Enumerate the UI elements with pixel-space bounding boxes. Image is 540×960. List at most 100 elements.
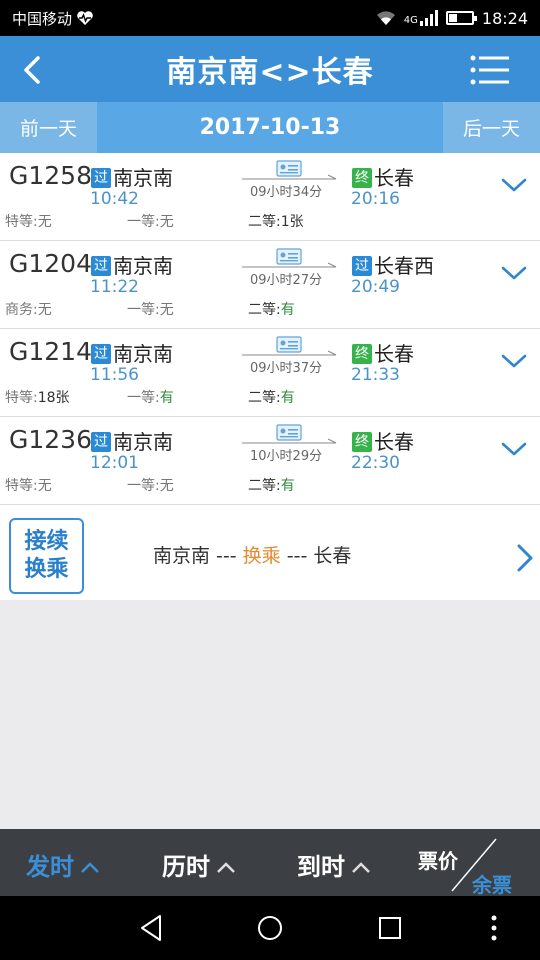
- pass-tag: 过: [91, 344, 111, 364]
- transfer-mid: 换乘: [242, 545, 281, 567]
- seat-availability: 一等:有: [127, 387, 174, 407]
- seat-count: 无: [37, 214, 52, 230]
- chevron-up-icon: [81, 861, 99, 873]
- train-row[interactable]: G1214 过南京南 11:56 09小时37分 终长春 21:33 特等:18张 一等:有 二…: [0, 329, 540, 417]
- sort-price-label: 票价: [418, 849, 458, 873]
- nav-recents-icon[interactable]: [374, 912, 406, 944]
- departure-time: 11:56: [90, 365, 139, 385]
- seat-count: 无: [159, 478, 174, 494]
- pass-tag: 过: [91, 432, 111, 452]
- sort-price-remain-toggle[interactable]: 票价 余票: [418, 837, 528, 897]
- seat-class-label: 一等:: [127, 214, 160, 230]
- departure-time: 12:01: [90, 453, 139, 473]
- seat-availability: 特等:无: [5, 475, 52, 495]
- seat-class-label: 一等:: [127, 302, 160, 318]
- sort-arrive-label: 到时: [297, 853, 345, 881]
- seat-count: 无: [159, 214, 174, 230]
- seat-availability: 一等:无: [127, 475, 174, 495]
- train-number: G1214: [9, 337, 92, 366]
- menu-list-icon[interactable]: [470, 54, 510, 86]
- seat-class-label: 二等:: [248, 214, 281, 230]
- seat-class-label: 二等:: [248, 302, 281, 318]
- sort-duration-button[interactable]: 历时: [162, 847, 236, 882]
- trip-duration: 09小时37分: [250, 361, 323, 376]
- transfer-badge-line2: 换乘: [24, 557, 69, 582]
- seat-class-label: 特等:: [5, 478, 38, 494]
- departure-time: 11:22: [90, 277, 139, 297]
- arrival-station: 终长春: [352, 162, 414, 191]
- train-list: G1258 过南京南 10:42 09小时34分终长春 20:16 特等:无 一等:无 二等:…: [0, 153, 540, 600]
- seat-count: 有: [280, 478, 295, 494]
- seat-availability: 特等:18张: [5, 387, 70, 407]
- chevron-up-icon: [352, 861, 370, 873]
- arrival-station: 终长春: [352, 338, 414, 367]
- status-right: 4G 18:24: [376, 9, 528, 28]
- page-title: 南京南<>长春: [166, 55, 374, 90]
- clock: 18:24: [481, 8, 528, 28]
- system-nav-bar: [0, 896, 540, 960]
- sort-depart-label: 发时: [26, 853, 74, 881]
- chevron-down-icon[interactable]: [500, 439, 528, 459]
- seat-count: 无: [37, 478, 52, 494]
- arrival-station-name: 长春: [374, 342, 414, 366]
- sort-duration-label: 历时: [162, 853, 210, 881]
- arrival-station-name: 长春西: [374, 254, 434, 278]
- chevron-down-icon[interactable]: [500, 351, 528, 371]
- prev-day-button[interactable]: 前一天: [0, 102, 97, 153]
- seat-class-label: 二等:: [248, 478, 281, 494]
- back-arrow-icon[interactable]: [16, 50, 56, 90]
- departure-station: 过南京南: [91, 162, 173, 191]
- sort-bar: 发时 历时 到时 票价 余票: [0, 829, 540, 897]
- arrival-time: 21:33: [351, 365, 400, 385]
- network-type: 4G: [403, 14, 418, 26]
- departure-station-name: 南京南: [113, 254, 173, 278]
- app-header: 南京南<>长春: [0, 36, 540, 102]
- arrival-time: 20:49: [351, 277, 400, 297]
- terminal-tag: 终: [352, 344, 372, 364]
- sort-arrive-button[interactable]: 到时: [297, 847, 371, 882]
- seat-class-label: 特等:: [5, 214, 38, 230]
- seat-class-label: 一等:: [127, 478, 160, 494]
- seat-availability: 商务:无: [5, 299, 52, 319]
- chevron-down-icon[interactable]: [500, 175, 528, 195]
- date-bar: 前一天 2017-10-13 后一天: [0, 102, 540, 153]
- sort-depart-button[interactable]: 发时: [26, 847, 100, 882]
- seat-availability: 二等:有: [248, 299, 295, 319]
- arrival-time: 22:30: [351, 453, 400, 473]
- departure-station-name: 南京南: [113, 166, 173, 190]
- seat-count: 有: [159, 390, 174, 406]
- trip-duration: 09小时27分: [250, 273, 323, 288]
- nav-home-icon[interactable]: [254, 912, 286, 944]
- trip-duration: 10小时29分: [250, 449, 323, 464]
- train-row[interactable]: G1258 过南京南 10:42 09小时34分终长春 20:16 特等:无 一等:无 二等:…: [0, 153, 540, 241]
- nav-back-icon[interactable]: [136, 912, 168, 944]
- seat-class-label: 二等:: [248, 390, 281, 406]
- train-number: G1236: [9, 425, 92, 454]
- battery-icon: [445, 11, 477, 25]
- seat-availability: 二等:1张: [248, 211, 304, 231]
- chevron-down-icon[interactable]: [500, 263, 528, 283]
- next-day-button[interactable]: 后一天: [443, 102, 540, 153]
- departure-station: 过南京南: [91, 338, 173, 367]
- train-row[interactable]: G1204 过南京南 11:22 09小时27分过长春西 20:49 商务:无 一等:无 二等…: [0, 241, 540, 329]
- train-row[interactable]: G1236 过南京南 12:01 10小时29分终长春 22:30 特等:无 一等:无 二等:…: [0, 417, 540, 505]
- arrival-station: 终长春: [352, 426, 414, 455]
- departure-time: 10:42: [90, 189, 139, 209]
- chevron-up-icon: [217, 861, 235, 873]
- transfer-badge-line1: 接续: [24, 529, 69, 554]
- arrival-station-name: 长春: [374, 430, 414, 454]
- pass-tag: 过: [91, 256, 111, 276]
- heart-rate-icon: [77, 11, 93, 25]
- seat-class-label: 特等:: [5, 390, 38, 406]
- seat-count: 1张: [280, 214, 304, 230]
- nav-more-icon[interactable]: [478, 912, 510, 944]
- transfer-row[interactable]: 接续 换乘 南京南 --- 换乘 --- 长春: [0, 505, 540, 600]
- trip-duration: 09小时34分: [250, 185, 323, 200]
- seat-count: 无: [37, 302, 52, 318]
- seat-availability: 二等:有: [248, 387, 295, 407]
- current-date[interactable]: 2017-10-13: [97, 115, 443, 140]
- transfer-badge[interactable]: 接续 换乘: [9, 518, 84, 594]
- seat-count: 18张: [37, 390, 70, 406]
- arrival-station: 过长春西: [352, 250, 434, 279]
- chevron-right-icon[interactable]: [516, 543, 534, 573]
